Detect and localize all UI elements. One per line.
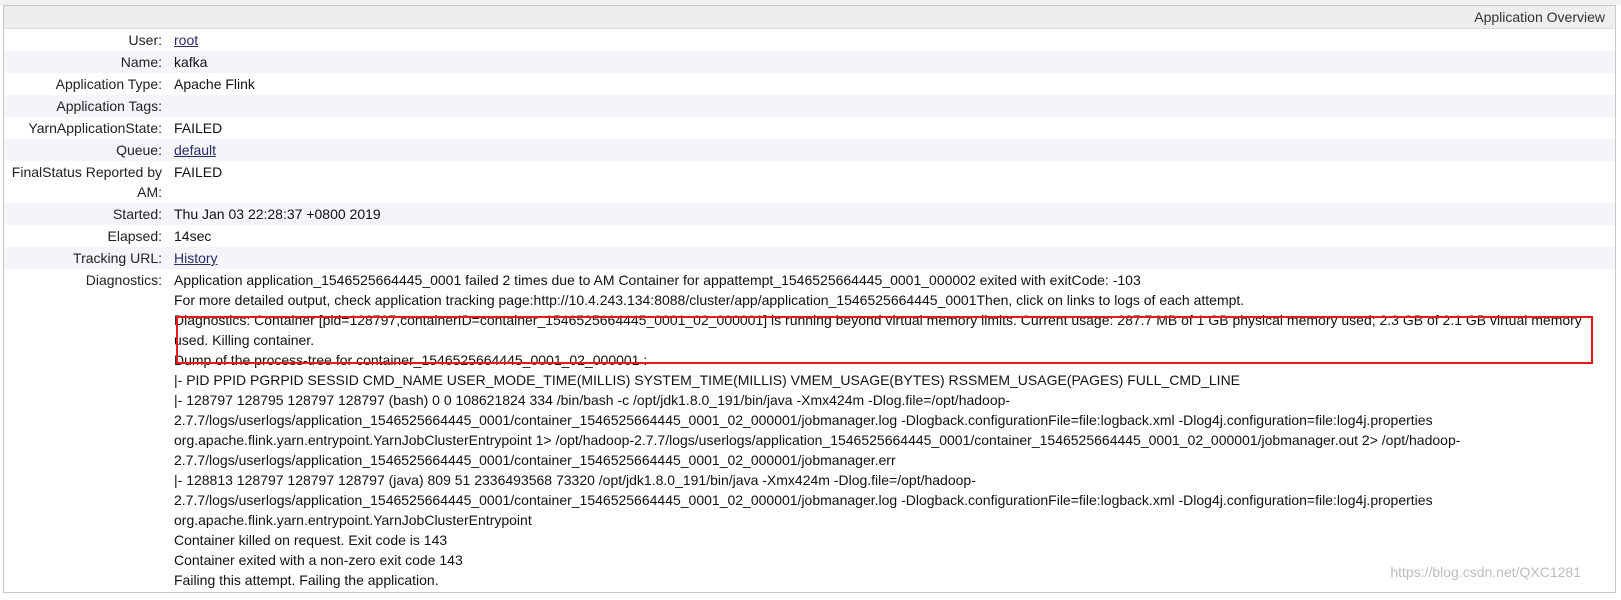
overview-table: User: root Name: kafka Application Type:… — [4, 29, 1615, 591]
row-elapsed: Elapsed: 14sec — [4, 225, 1615, 247]
app-type-value: Apache Flink — [174, 76, 255, 92]
final-status-label: FinalStatus Reported by AM: — [11, 164, 162, 200]
yarn-state-label: YarnApplicationState: — [28, 120, 162, 136]
row-yarn-state: YarnApplicationState: FAILED — [4, 117, 1615, 139]
final-status-value: FAILED — [174, 164, 223, 180]
diagnostics-line: Dump of the process-tree for container_1… — [174, 352, 648, 368]
user-label: User: — [128, 32, 162, 48]
yarn-state-value: FAILED — [174, 120, 223, 136]
row-final-status: FinalStatus Reported by AM: FAILED — [4, 161, 1615, 203]
diagnostics-line: For more detailed output, check applicat… — [174, 292, 1245, 308]
diagnostics-line: Application application_1546525664445_00… — [174, 272, 1141, 288]
diagnostics-line: Container killed on request. Exit code i… — [174, 532, 448, 548]
row-started: Started: Thu Jan 03 22:28:37 +0800 2019 — [4, 203, 1615, 225]
watermark: https://blog.csdn.net/QXC1281 — [1390, 564, 1581, 580]
row-queue: Queue: default — [4, 139, 1615, 161]
diagnostics-line: Diagnostics: Container [pid=128797,conta… — [174, 312, 1582, 348]
queue-label: Queue: — [4, 139, 174, 161]
row-diagnostics: Diagnostics: Application application_154… — [4, 269, 1615, 591]
diagnostics-line: Failing this attempt. Failing the applic… — [174, 572, 439, 588]
diagnostics-label: Diagnostics: — [85, 272, 162, 288]
diagnostics-line: |- 128797 128795 128797 128797 (bash) 0 … — [174, 392, 1461, 468]
name-value: kafka — [174, 51, 1615, 73]
diagnostics-value: Application application_1546525664445_00… — [174, 269, 1615, 591]
diagnostics-line: |- PID PPID PGRPID SESSID CMD_NAME USER_… — [174, 372, 1241, 388]
tracking-url-link[interactable]: History — [174, 250, 218, 266]
started-value: Thu Jan 03 22:28:37 +0800 2019 — [174, 203, 1615, 225]
started-label: Started: — [4, 203, 174, 225]
row-app-tags: Application Tags: — [4, 95, 1615, 117]
app-tags-label: Application Tags: — [4, 95, 174, 117]
app-tags-value — [174, 95, 1615, 117]
elapsed-label: Elapsed: — [107, 228, 162, 244]
queue-link[interactable]: default — [174, 142, 216, 158]
row-app-type: Application Type: Apache Flink — [4, 73, 1615, 95]
user-link[interactable]: root — [174, 32, 198, 48]
diagnostics-line: Container exited with a non-zero exit co… — [174, 552, 463, 568]
app-type-label: Application Type: — [55, 76, 162, 92]
row-tracking-url: Tracking URL: History — [4, 247, 1615, 269]
diagnostics-line: |- 128813 128797 128797 128797 (java) 80… — [174, 472, 1433, 528]
row-user: User: root — [4, 29, 1615, 51]
application-overview-panel: Application Overview User: root Name: ka… — [3, 5, 1616, 593]
panel-header-title: Application Overview — [4, 6, 1615, 29]
row-name: Name: kafka — [4, 51, 1615, 73]
tracking-url-label: Tracking URL: — [4, 247, 174, 269]
elapsed-value: 14sec — [174, 228, 212, 244]
name-label: Name: — [4, 51, 174, 73]
